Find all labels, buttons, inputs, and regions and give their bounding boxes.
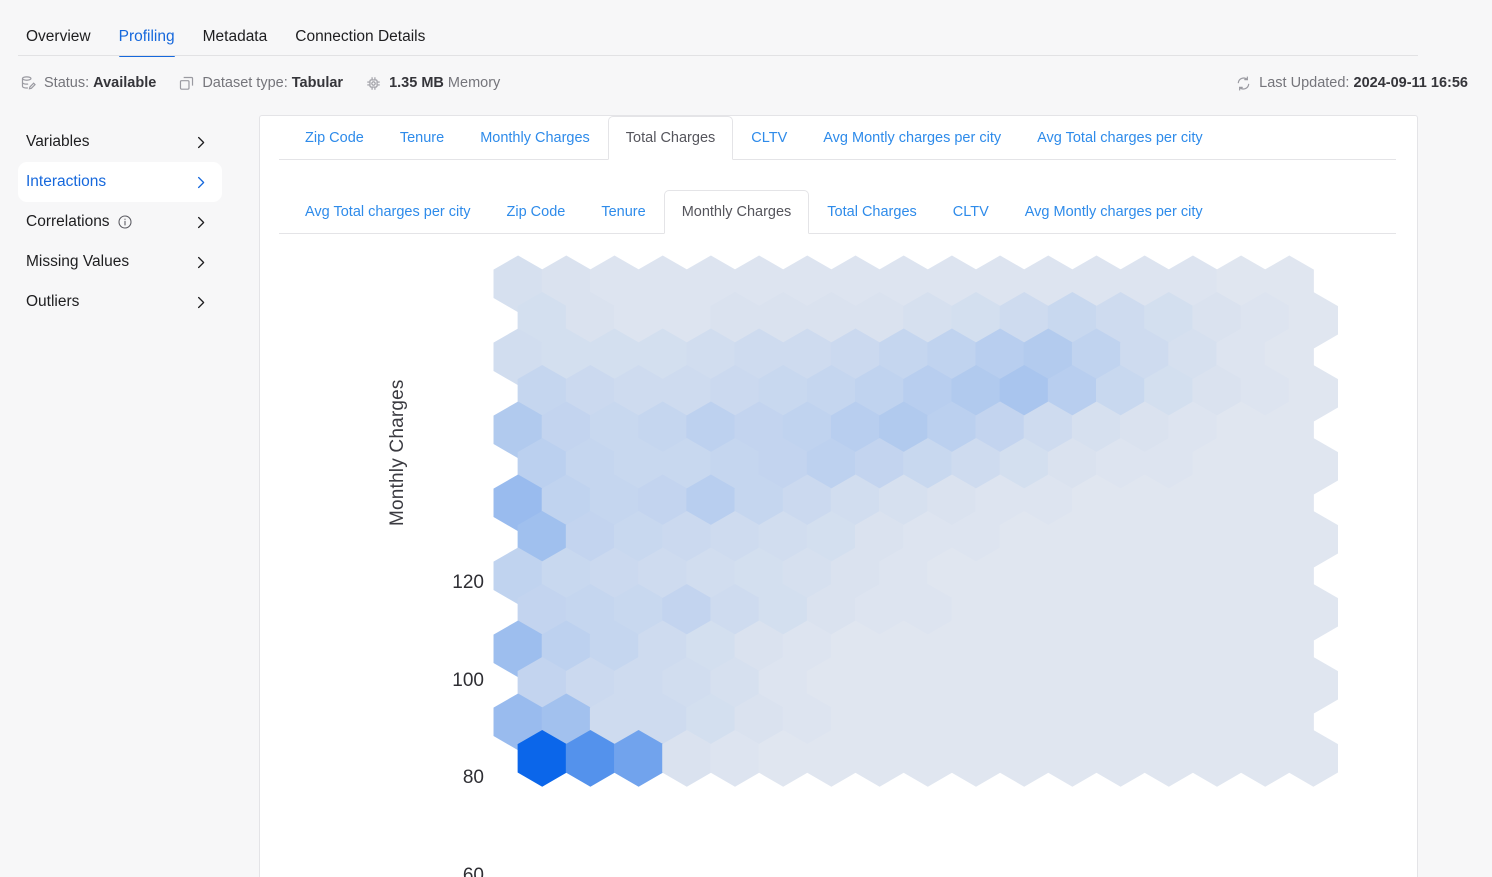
sidebar-item-label: Missing Values [26,253,130,270]
tab-x-monthly-charges[interactable]: Monthly Charges [462,116,608,160]
sidebar-item-outliers[interactable]: Outliers [18,282,222,322]
tab-x-cltv[interactable]: CLTV [733,116,805,160]
tab-x-tenure[interactable]: Tenure [382,116,462,160]
last-updated-text: Last Updated: 2024-09-11 16:56 [1259,75,1468,91]
last-updated-value: 2024-09-11 16:56 [1353,75,1469,91]
sidebar-item-variables[interactable]: Variables [18,122,222,162]
tab-y-total-charges[interactable]: Total Charges [809,190,934,234]
top-tab-metadata[interactable]: Metadata [189,27,282,57]
chevron-right-icon [193,295,208,310]
sidebar-item-label-wrap: Interactions [26,173,106,191]
tab-x-zip-code[interactable]: Zip Code [287,116,382,160]
tab-y-monthly-charges[interactable]: Monthly Charges [663,190,810,234]
sidebar-item-label: Outliers [26,293,80,310]
interactions-panel: Zip Code Tenure Monthly Charges Total Charg… [259,115,1418,877]
y-axis-ticks: 12010080604020 [404,236,484,877]
dataset-type-label: Dataset type: [202,75,288,91]
tab-x-total-charges[interactable]: Total Charges [607,116,734,160]
sidebar-item-interactions[interactable]: Interactions [18,162,222,202]
status-value: Available [93,75,157,91]
chevron-right-icon [193,215,208,230]
tab-y-cltv[interactable]: CLTV [935,190,1007,234]
status-label: Status: [44,75,90,91]
top-tab-list: Overview Profiling Metadata Connection Deta… [0,0,1492,57]
sidebar-item-missing-values[interactable]: Missing Values [18,242,222,282]
tab-y-tenure[interactable]: Tenure [583,190,663,234]
app-root: Overview Profiling Metadata Connection Deta… [0,0,1492,877]
sidebar-item-correlations[interactable]: Correlations [18,202,222,242]
top-nav-divider [18,55,1418,56]
top-tab-profiling[interactable]: Profiling [105,27,189,57]
tab-y-avg-total-charges-per-city[interactable]: Avg Total charges per city [287,190,489,234]
memory-label: Memory [447,75,501,91]
x-variable-tab-list: Zip Code Tenure Monthly Charges Total Charg… [279,116,1396,160]
tab-x-avg-total-charges-per-city[interactable]: Avg Total charges per city [1019,116,1221,160]
sidebar-item-label-wrap: Outliers [26,293,79,311]
last-updated-label: Last Updated: [1259,75,1350,91]
interactions-panel-inner: Zip Code Tenure Monthly Charges Total Charg… [279,116,1396,877]
sidebar-item-label: Interactions [26,173,107,190]
hexbin-plot: Monthly Charges 12010080604020 [279,236,1418,877]
memory-text: 1.35 MB Memory [389,75,500,91]
dataset-type-text: Dataset type: Tabular [202,75,343,91]
refresh-icon [1235,75,1252,92]
dataset-meta-bar: Status: Available Dataset type: Tabular [0,57,1492,109]
sidebar-item-label: Correlations [26,213,110,230]
chevron-right-icon [193,255,208,270]
tab-y-avg-montly-charges-per-city[interactable]: Avg Montly charges per city [1007,190,1221,234]
dataset-type-value: Tabular [291,75,344,91]
y-tick-label: 60 [462,865,484,877]
database-edit-icon [20,75,37,92]
sidebar-item-label: Variables [26,133,90,150]
status-text: Status: Available [44,75,156,91]
hexbin-canvas [486,236,1416,876]
top-navigation: Overview Profiling Metadata Connection Deta… [0,0,1492,57]
tab-x-avg-montly-charges-per-city[interactable]: Avg Montly charges per city [805,116,1019,160]
sidebar-item-label-wrap: Correlations [26,213,133,231]
sidebar-item-label-wrap: Missing Values [26,253,129,271]
status-group: Status: Available [20,75,156,92]
y-tick-label: 100 [452,669,484,691]
y-tick-label: 120 [452,572,484,593]
info-icon[interactable] [117,214,133,230]
last-updated-group: Last Updated: 2024-09-11 16:56 [1235,75,1468,92]
tab-y-zip-code[interactable]: Zip Code [489,190,584,234]
profiling-sidebar: Variables Interactions Correlations Missing… [0,112,240,877]
table-icon [178,75,195,92]
chevron-right-icon [193,135,208,150]
dataset-type-group: Dataset type: Tabular [178,75,343,92]
sidebar-item-label-wrap: Variables [26,133,89,151]
y-tick-label: 80 [462,767,484,789]
top-tab-overview[interactable]: Overview [20,27,105,57]
memory-value: 1.35 MB [389,75,444,91]
chip-icon [365,75,382,92]
chevron-right-icon [193,175,208,190]
memory-group: 1.35 MB Memory [365,75,500,92]
top-tab-connection-details[interactable]: Connection Details [281,27,439,57]
y-variable-tab-list: Avg Total charges per city Zip Code Tenure… [279,190,1396,234]
